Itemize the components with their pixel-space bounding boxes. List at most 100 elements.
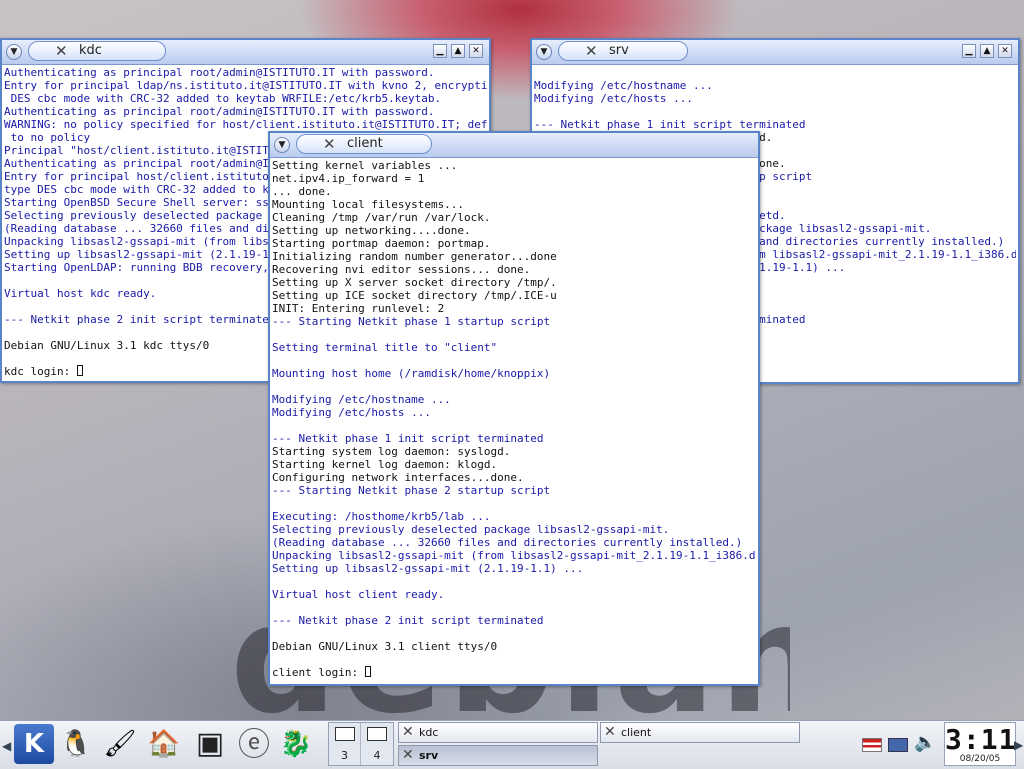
- maximize-button[interactable]: ▲: [980, 44, 994, 58]
- client-terminal-output[interactable]: Setting kernel variables ... net.ipv4.ip_…: [272, 159, 756, 682]
- task-button-kdc[interactable]: ✕ kdc: [398, 722, 598, 743]
- text-cursor: [76, 365, 83, 376]
- terminal-line: Modifying /etc/hosts ...: [534, 92, 693, 105]
- x-app-icon: ✕: [402, 747, 414, 763]
- desktop-icon[interactable]: 🖌: [100, 724, 140, 764]
- terminal-line: Starting portmap daemon: portmap.: [272, 237, 491, 250]
- kdc-title-tab[interactable]: ✕ kdc: [28, 41, 166, 61]
- konqueror-icon[interactable]: ⓔ: [234, 724, 274, 764]
- task-label: kdc: [419, 726, 439, 739]
- srv-title-tab[interactable]: ✕ srv: [558, 41, 688, 61]
- terminal-line: Setting terminal title to "client": [272, 341, 498, 354]
- panel-hide-arrow-icon[interactable]: ▶: [1014, 738, 1023, 752]
- clock-time: 3:11: [945, 723, 1017, 756]
- volume-speaker-icon[interactable]: 🔈: [914, 732, 936, 753]
- launcher-glyph: 🐉: [279, 729, 313, 759]
- terminal-line: Authenticating as principal root/admin@I…: [4, 105, 435, 118]
- terminal-line: Modifying /etc/hostname ...: [272, 393, 451, 406]
- launcher-glyph: ▣: [195, 726, 225, 761]
- terminal-line: Debian GNU/Linux 3.1 client ttys/0: [272, 640, 498, 653]
- terminal-line: Setting kernel variables ...: [272, 159, 458, 172]
- terminal-line: Setting up networking....done.: [272, 224, 471, 237]
- task-label: srv: [419, 749, 439, 762]
- client-titlebar[interactable]: ▼ ✕ client: [270, 133, 758, 158]
- task-button-srv[interactable]: ✕ srv: [398, 745, 598, 766]
- desktop-preview: [367, 727, 387, 741]
- x-app-icon: ✕: [402, 724, 414, 740]
- launcher-glyph: 🏠: [147, 729, 181, 759]
- terminal-line: Modifying /etc/hostname ...: [534, 79, 713, 92]
- launcher-glyph: ⓔ: [237, 725, 270, 763]
- login-prompt-line[interactable]: client login:: [272, 666, 756, 679]
- minimize-button[interactable]: ▁: [962, 44, 976, 58]
- text-cursor: [364, 666, 371, 677]
- desktop-pager[interactable]: 3 4: [328, 722, 394, 766]
- terminal-line: INIT: Entering runlevel: 2: [272, 302, 445, 315]
- terminal-line: --- Netkit phase 1 init script terminate…: [272, 432, 544, 445]
- terminal-line: Mounting host home (/ramdisk/home/knoppi…: [272, 367, 551, 380]
- terminal-line: Starting kernel log daemon: klogd.: [272, 458, 498, 471]
- terminal-line: Setting up libsasl2-gssapi-mit (2.1.19-1…: [272, 562, 584, 575]
- launcher-glyph: 🖌: [103, 729, 137, 759]
- terminal-line: Virtual host client ready.: [272, 588, 445, 601]
- desktop-4-button[interactable]: 4: [361, 723, 393, 765]
- home-folder-icon[interactable]: 🏠: [144, 724, 184, 764]
- system-tray: 🔈: [858, 726, 942, 762]
- terminal-line: --- Netkit phase 1 init script terminate…: [534, 118, 806, 131]
- panel-clock[interactable]: 3:11 08/20/05: [944, 722, 1016, 766]
- terminal-line: Mounting local filesystems...: [272, 198, 465, 211]
- kdc-window-title: kdc: [79, 43, 102, 58]
- client-terminal-window[interactable]: ▼ ✕ client Setting kernel variables ... n…: [268, 131, 760, 686]
- terminal-line: --- Netkit phase 2 init script terminate…: [272, 614, 544, 627]
- terminal-line: --- Starting Netkit phase 2 startup scri…: [272, 484, 551, 497]
- close-button[interactable]: ✕: [469, 44, 483, 58]
- terminal-line: net.ipv4.ip_forward = 1: [272, 172, 425, 185]
- srv-window-title: srv: [609, 43, 629, 58]
- terminal-line: Authenticating as principal root/admin@I…: [4, 66, 435, 79]
- task-label: client: [621, 726, 652, 739]
- x-app-icon: ✕: [55, 42, 68, 60]
- panel-hide-arrow-icon[interactable]: ◀: [2, 739, 11, 753]
- terminal-line: (Reading database ... 32660 files and di…: [272, 536, 743, 549]
- terminal-line: Entry for principal ldap/ns.istituto.it@…: [4, 79, 487, 92]
- minimize-button[interactable]: ▁: [433, 44, 447, 58]
- terminal-line: Starting system log daemon: syslogd.: [272, 445, 511, 458]
- window-menu-icon[interactable]: ▼: [536, 44, 552, 60]
- kdict-icon[interactable]: 🐉: [276, 724, 316, 764]
- terminal-line: Unpacking libsasl2-gssapi-mit (from libs…: [272, 549, 756, 562]
- srv-titlebar[interactable]: ▼ ✕ srv ▁ ▲ ✕: [532, 40, 1018, 65]
- window-menu-icon[interactable]: ▼: [6, 44, 22, 60]
- window-menu-icon[interactable]: ▼: [274, 137, 290, 153]
- terminal-line: Initializing random number generator...d…: [272, 250, 557, 263]
- desktop-3-button[interactable]: 3: [329, 723, 361, 765]
- terminal-line: Configuring network interfaces...done.: [272, 471, 524, 484]
- login-prompt: client login:: [272, 666, 365, 679]
- maximize-button[interactable]: ▲: [451, 44, 465, 58]
- x-app-icon: ✕: [323, 135, 336, 153]
- client-title-tab[interactable]: ✕ client: [296, 134, 432, 154]
- kde-menu-icon[interactable]: K: [14, 724, 54, 764]
- terminal-icon[interactable]: ▣: [190, 724, 230, 764]
- kdc-titlebar[interactable]: ▼ ✕ kdc ▁ ▲ ✕: [2, 40, 489, 65]
- terminal-line: Recovering nvi editor sessions... done.: [272, 263, 531, 276]
- x-app-icon: ✕: [585, 42, 598, 60]
- terminal-line: WARNING: no policy specified for host/cl…: [4, 118, 487, 131]
- task-button-client[interactable]: ✕ client: [600, 722, 800, 743]
- close-button[interactable]: ✕: [998, 44, 1012, 58]
- tux-icon[interactable]: 🐧: [56, 724, 96, 764]
- terminal-line: Modifying /etc/hosts ...: [272, 406, 431, 419]
- us-flag-keyboard-icon[interactable]: [862, 738, 882, 752]
- terminal-line: ... done.: [272, 185, 332, 198]
- desktop-number: 3: [341, 749, 348, 762]
- terminal-line: --- Starting Netkit phase 1 startup scri…: [272, 315, 551, 328]
- display-settings-icon[interactable]: [888, 738, 908, 752]
